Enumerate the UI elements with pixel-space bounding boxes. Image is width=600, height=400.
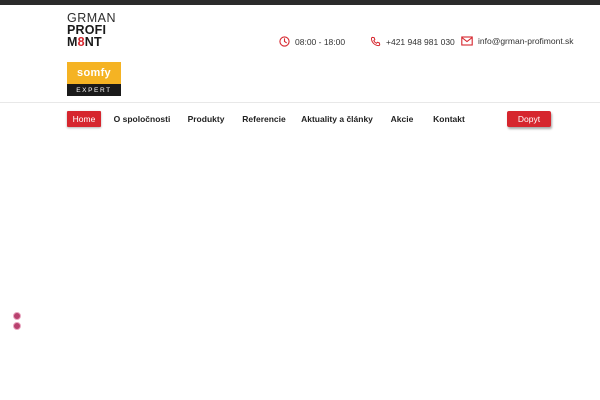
email-text: info@grman-profimont.sk [478,36,574,46]
nav-item-akcie[interactable]: Akcie [388,110,416,128]
slider-dot-2[interactable] [13,322,21,330]
envelope-icon [461,36,473,46]
logo-line-3: M8NT [67,35,102,49]
header-divider [0,102,600,103]
nav-item-referencie[interactable]: Referencie [240,110,288,128]
somfy-brand: somfy [77,67,111,79]
nav-item-home[interactable]: Home [67,111,101,127]
grman-profimont-logo[interactable]: GRMAN PROFI M8NT [67,12,123,49]
nav-item-kontakt[interactable]: Kontakt [431,110,467,128]
nav-item-aktuality[interactable]: Aktuality a články [301,110,373,128]
phone-contact[interactable]: +421 948 981 030 [370,36,455,47]
phone-icon [370,36,381,47]
nav-item-o-spolocnosti[interactable]: O spoločnosti [112,110,172,128]
top-bar [0,0,600,5]
nav-item-produkty[interactable]: Produkty [185,110,227,128]
logo-accent-mark: 8 [77,35,85,49]
clock-icon [279,36,290,47]
email-contact[interactable]: info@grman-profimont.sk [461,36,574,46]
dopyt-button[interactable]: Dopyt [507,111,551,127]
phone-text: +421 948 981 030 [386,36,455,47]
somfy-expert-label: EXPERT [76,86,112,94]
somfy-expert-logo[interactable]: somfy EXPERT [67,62,121,96]
slider-dot-1[interactable] [13,312,21,320]
hours-text: 08:00 - 18:00 [295,36,346,47]
opening-hours: 08:00 - 18:00 [279,36,345,47]
